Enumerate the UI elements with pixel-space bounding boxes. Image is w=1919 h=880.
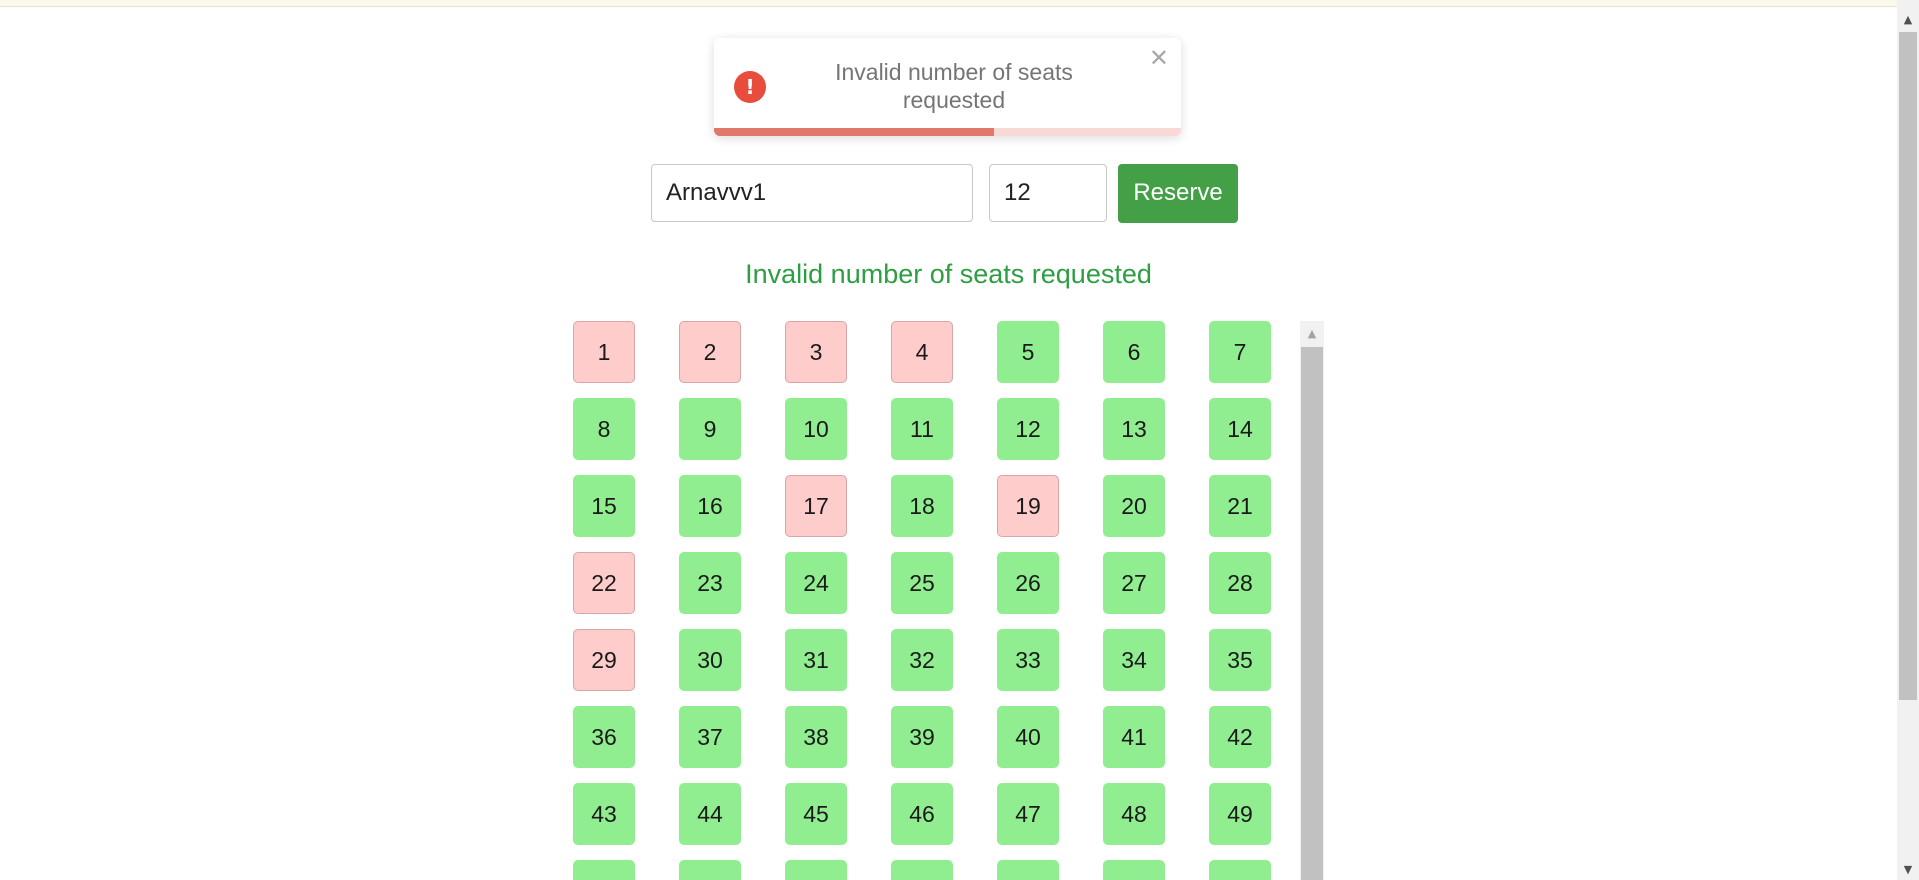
- seat-33[interactable]: 33: [997, 629, 1059, 691]
- seat-24[interactable]: 24: [785, 552, 847, 614]
- seat-35[interactable]: 35: [1209, 629, 1271, 691]
- seat-31[interactable]: 31: [785, 629, 847, 691]
- seat-43[interactable]: 43: [573, 783, 635, 845]
- seat-partial-55[interactable]: [1209, 860, 1271, 880]
- reservation-form: Reserve: [651, 163, 1238, 223]
- seat-40[interactable]: 40: [997, 706, 1059, 768]
- toast-progress-fill: [714, 128, 995, 136]
- seat-27[interactable]: 27: [1103, 552, 1165, 614]
- seat-partial-49[interactable]: [573, 860, 635, 880]
- page: ! Invalid number of seats requested ✕ Re…: [0, 0, 1919, 880]
- top-border-strip: [0, 0, 1897, 7]
- error-toast: ! Invalid number of seats requested ✕: [714, 38, 1181, 136]
- seat-16[interactable]: 16: [679, 475, 741, 537]
- seat-22[interactable]: 22: [573, 552, 635, 614]
- seat-38[interactable]: 38: [785, 706, 847, 768]
- seat-39[interactable]: 39: [891, 706, 953, 768]
- seat-13[interactable]: 13: [1103, 398, 1165, 460]
- seat-partial-53[interactable]: [997, 860, 1059, 880]
- close-icon[interactable]: ✕: [1149, 46, 1169, 70]
- seat-46[interactable]: 46: [891, 783, 953, 845]
- seat-12[interactable]: 12: [997, 398, 1059, 460]
- seat-2[interactable]: 2: [679, 321, 741, 383]
- seat-17[interactable]: 17: [785, 475, 847, 537]
- seat-grid: 1 2 3 4 5 6 7 8 9 10 11 12 13 14 15 16 17 18 19 20 21 22 23 24 2…: [573, 321, 1271, 880]
- seat-44[interactable]: 44: [679, 783, 741, 845]
- seat-5[interactable]: 5: [997, 321, 1059, 383]
- toast-message: Invalid number of seats requested: [835, 59, 1073, 113]
- scroll-up-arrow-icon[interactable]: ▲: [1897, 8, 1919, 30]
- seat-7[interactable]: 7: [1209, 321, 1271, 383]
- seat-41[interactable]: 41: [1103, 706, 1165, 768]
- seat-49[interactable]: 49: [1209, 783, 1271, 845]
- seat-37[interactable]: 37: [679, 706, 741, 768]
- error-icon: !: [734, 71, 766, 103]
- seat-map-scrollbar[interactable]: ▲: [1300, 321, 1324, 880]
- seat-30[interactable]: 30: [679, 629, 741, 691]
- seat-map: 1 2 3 4 5 6 7 8 9 10 11 12 13 14 15 16 17 18 19 20 21 22 23 24 2…: [562, 321, 1324, 880]
- reserve-button[interactable]: Reserve: [1118, 163, 1238, 223]
- toast-progress-track: [714, 128, 1181, 136]
- seat-36[interactable]: 36: [573, 706, 635, 768]
- seat-10[interactable]: 10: [785, 398, 847, 460]
- page-scrollbar-thumb[interactable]: [1899, 32, 1917, 700]
- scroll-down-arrow-icon[interactable]: ▼: [1897, 858, 1919, 880]
- seat-25[interactable]: 25: [891, 552, 953, 614]
- seat-15[interactable]: 15: [573, 475, 635, 537]
- seat-3[interactable]: 3: [785, 321, 847, 383]
- seat-9[interactable]: 9: [679, 398, 741, 460]
- seat-21[interactable]: 21: [1209, 475, 1271, 537]
- scroll-up-arrow-icon[interactable]: ▲: [1300, 321, 1324, 345]
- seat-11[interactable]: 11: [891, 398, 953, 460]
- seat-1[interactable]: 1: [573, 321, 635, 383]
- seat-partial-52[interactable]: [891, 860, 953, 880]
- seat-45[interactable]: 45: [785, 783, 847, 845]
- seat-6[interactable]: 6: [1103, 321, 1165, 383]
- seat-28[interactable]: 28: [1209, 552, 1271, 614]
- seat-partial-54[interactable]: [1103, 860, 1165, 880]
- seat-partial-50[interactable]: [679, 860, 741, 880]
- name-input[interactable]: [651, 164, 973, 222]
- seat-18[interactable]: 18: [891, 475, 953, 537]
- seat-42[interactable]: 42: [1209, 706, 1271, 768]
- seat-map-scrollbar-thumb[interactable]: [1301, 347, 1323, 880]
- seat-14[interactable]: 14: [1209, 398, 1271, 460]
- seat-23[interactable]: 23: [679, 552, 741, 614]
- page-scrollbar[interactable]: ▲ ▼: [1897, 0, 1919, 880]
- seat-26[interactable]: 26: [997, 552, 1059, 614]
- seat-48[interactable]: 48: [1103, 783, 1165, 845]
- seat-8[interactable]: 8: [573, 398, 635, 460]
- seat-20[interactable]: 20: [1103, 475, 1165, 537]
- seat-count-input[interactable]: [989, 164, 1107, 222]
- status-message: Invalid number of seats requested: [745, 259, 1152, 289]
- seat-4[interactable]: 4: [891, 321, 953, 383]
- seat-32[interactable]: 32: [891, 629, 953, 691]
- seat-partial-51[interactable]: [785, 860, 847, 880]
- seat-34[interactable]: 34: [1103, 629, 1165, 691]
- seat-47[interactable]: 47: [997, 783, 1059, 845]
- seat-29[interactable]: 29: [573, 629, 635, 691]
- seat-19[interactable]: 19: [997, 475, 1059, 537]
